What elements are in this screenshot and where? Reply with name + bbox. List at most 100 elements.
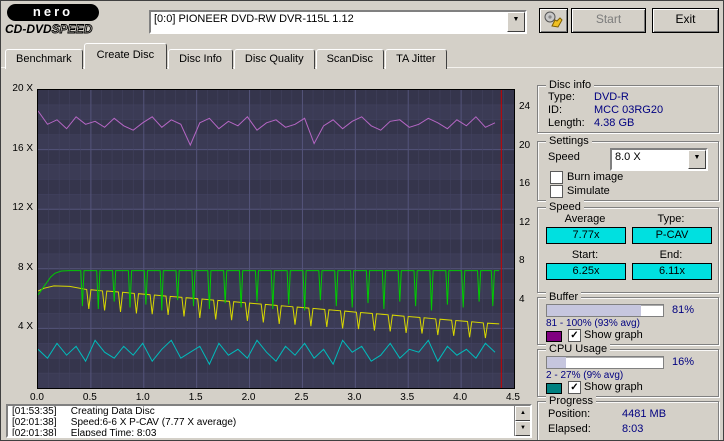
buffer-show-graph-checkbox[interactable]: ✓ <box>568 329 581 342</box>
axis-tick-label: 1.5 <box>188 392 203 403</box>
exit-button[interactable]: Exit <box>652 8 719 33</box>
tab-scandisc[interactable]: ScanDisc <box>315 49 385 69</box>
position-label: Position: <box>548 408 591 420</box>
disc-info-title: Disc info <box>546 78 595 92</box>
axis-tick-label: 8 X <box>17 261 33 273</box>
cpu-percent: 16% <box>672 356 695 368</box>
cpu-color-swatch <box>546 383 562 394</box>
start-speed-value: 6.25x <box>546 263 626 280</box>
end-speed-label: End: <box>659 249 683 261</box>
elapsed-value: 8:03 <box>622 423 644 435</box>
disc-length-value: 4.38 GB <box>594 117 635 129</box>
chart-canvas <box>38 90 514 388</box>
progress-title: Progress <box>546 394 597 408</box>
start-button[interactable]: Start <box>571 8 646 33</box>
axis-tick-label: 2.0 <box>241 392 256 403</box>
log-text: Speed:6-6 X P-CAV (7.77 X average) <box>70 417 237 428</box>
speed-setting-label: Speed <box>548 151 580 163</box>
chevron-down-icon[interactable]: ▼ <box>688 150 706 169</box>
axis-tick-label: 2.5 <box>294 392 309 403</box>
scroll-up-icon[interactable]: ▲ <box>515 406 530 421</box>
cpu-group: CPU Usage 16% 2 - 27% (9% avg) ✓ Show gr… <box>537 342 719 397</box>
log-line: [02:01:38] Elapsed Time: 8:03 <box>8 428 530 438</box>
app-title: CD-DVDSPEED <box>5 22 93 37</box>
log-time: [02:01:38] <box>12 428 57 438</box>
disc-id-value: MCC 03RG20 <box>594 104 664 116</box>
axis-tick-label: 4 <box>519 293 525 305</box>
buffer-bar <box>546 304 664 317</box>
tab-benchmark[interactable]: Benchmark <box>5 49 83 69</box>
axis-tick-label: 12 <box>519 216 531 228</box>
app-window: nero CD-DVDSPEED [0:0] PIONEER DVD-RW DV… <box>0 0 724 441</box>
log-line: [02:01:38] Speed:6-6 X P-CAV (7.77 X ave… <box>8 417 530 428</box>
progress-group: Progress Position: 4481 MB Elapsed: 8:03 <box>537 394 719 440</box>
disc-type-value: DVD-R <box>594 91 629 103</box>
buffer-color-swatch <box>546 331 562 342</box>
axis-tick-label: 3.0 <box>347 392 362 403</box>
app-title-outline: SPEED <box>51 22 93 37</box>
axis-tick-label: 1.0 <box>135 392 150 403</box>
log-scrollbar[interactable]: ▲ ▼ <box>514 406 530 436</box>
chevron-down-icon[interactable]: ▼ <box>507 12 525 32</box>
end-speed-value: 6.11x <box>632 263 712 280</box>
disc-length-label: Length: <box>548 117 585 129</box>
tab-ta-jitter[interactable]: TA Jitter <box>385 49 447 69</box>
speed-group: Speed Average Type: 7.77x P-CAV Start: E… <box>537 200 719 293</box>
axis-tick-label: 20 <box>519 139 531 151</box>
cpu-title: CPU Usage <box>546 342 611 356</box>
cpu-show-graph-label: Show graph <box>584 381 643 393</box>
simulate-label: Simulate <box>567 185 610 197</box>
hand-disc-icon <box>544 11 563 28</box>
drive-select-value: [0:0] PIONEER DVD-RW DVR-115L 1.12 <box>154 13 354 25</box>
scroll-down-icon[interactable]: ▼ <box>515 421 530 436</box>
axis-tick-label: 12 X <box>12 202 33 214</box>
speed-select-value: 8.0 X <box>615 151 641 163</box>
disc-type-label: Type: <box>548 91 575 103</box>
cpu-show-graph-checkbox[interactable]: ✓ <box>568 381 581 394</box>
axis-tick-label: 8 <box>519 255 525 266</box>
burn-image-label: Burn image <box>567 171 624 183</box>
drive-select[interactable]: [0:0] PIONEER DVD-RW DVR-115L 1.12 ▼ <box>149 10 527 34</box>
position-value: 4481 MB <box>622 408 667 420</box>
type-label: Type: <box>657 213 685 225</box>
log-time: [02:01:38] <box>12 417 57 428</box>
axis-tick-label: 16 <box>519 178 531 189</box>
burn-image-checkbox[interactable] <box>550 171 563 184</box>
log-panel[interactable]: [01:53:35] Creating Data Disc [02:01:38]… <box>6 404 532 438</box>
speed-title: Speed <box>546 200 584 214</box>
disc-info-group: Disc info Type: DVD-R ID: MCC 03RG20 Len… <box>537 78 719 133</box>
speed-select[interactable]: 8.0 X ▼ <box>610 148 708 171</box>
log-text: Creating Data Disc <box>70 406 155 417</box>
simulate-checkbox[interactable] <box>550 185 563 198</box>
axis-tick-label: 20 X <box>12 83 33 94</box>
settings-group: Settings Speed 8.0 X ▼ Burn image Simula… <box>537 134 719 201</box>
start-speed-label: Start: <box>571 249 599 261</box>
axis-tick-label: 3.5 <box>400 392 415 403</box>
speed-type-value: P-CAV <box>632 227 712 244</box>
tab-disc-info[interactable]: Disc Info <box>168 49 233 69</box>
average-label: Average <box>564 213 606 225</box>
buffer-show-graph-label: Show graph <box>584 329 643 341</box>
buffer-percent: 81% <box>672 304 695 316</box>
axis-tick-label: 0.0 <box>30 392 44 403</box>
log-text: Elapsed Time: 8:03 <box>70 428 157 438</box>
chart-plot-area <box>37 89 515 389</box>
axis-tick-label: 16 X <box>12 142 33 154</box>
average-speed-value: 7.77x <box>546 227 626 244</box>
settings-title: Settings <box>546 134 592 148</box>
cpu-bar <box>546 356 664 369</box>
axis-tick-label: 0.5 <box>82 392 97 403</box>
app-title-solid: CD-DVD <box>5 22 52 36</box>
nero-logo: nero <box>7 4 99 21</box>
disc-id-label: ID: <box>548 104 563 116</box>
tab-create-disc[interactable]: Create Disc <box>83 43 168 69</box>
elapsed-label: Elapsed: <box>548 423 591 435</box>
buffer-title: Buffer <box>546 290 582 304</box>
axis-tick-label: 24 <box>519 101 531 112</box>
buffer-group: Buffer 81% 81 - 100% (93% avg) ✓ Show gr… <box>537 290 719 345</box>
drive-tool-button[interactable] <box>539 8 568 33</box>
axis-tick-label: 4 X <box>17 321 33 333</box>
buffer-bar-fill <box>547 305 641 316</box>
axis-tick-label: 4.5 <box>506 392 520 403</box>
tab-disc-quality[interactable]: Disc Quality <box>233 49 315 69</box>
